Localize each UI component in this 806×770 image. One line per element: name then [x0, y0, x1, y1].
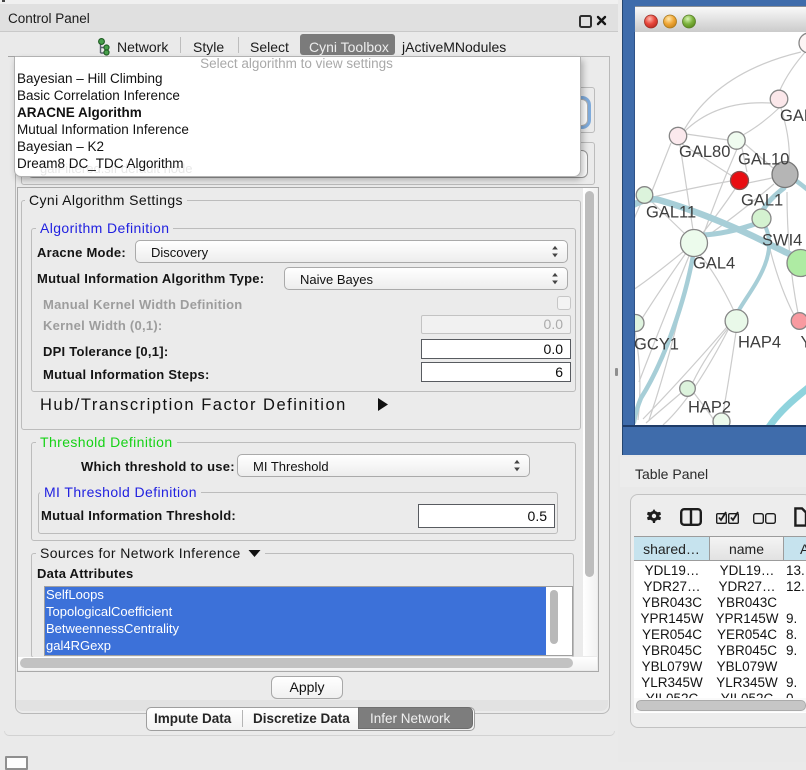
svg-text:GAL10: GAL10: [738, 151, 789, 169]
svg-text:GAL4: GAL4: [693, 255, 735, 273]
svg-text:Y: Y: [801, 334, 806, 352]
svg-text:SWI4: SWI4: [762, 232, 802, 250]
svg-text:HAP2: HAP2: [688, 399, 731, 417]
svg-text:GAL1: GAL1: [741, 192, 783, 210]
svg-text:GAL80: GAL80: [679, 143, 730, 161]
svg-text:GAL11: GAL11: [646, 204, 696, 222]
svg-text:GAL: GAL: [780, 107, 806, 125]
svg-text:HAP4: HAP4: [738, 334, 781, 352]
svg-text:GCY1: GCY1: [635, 336, 679, 354]
